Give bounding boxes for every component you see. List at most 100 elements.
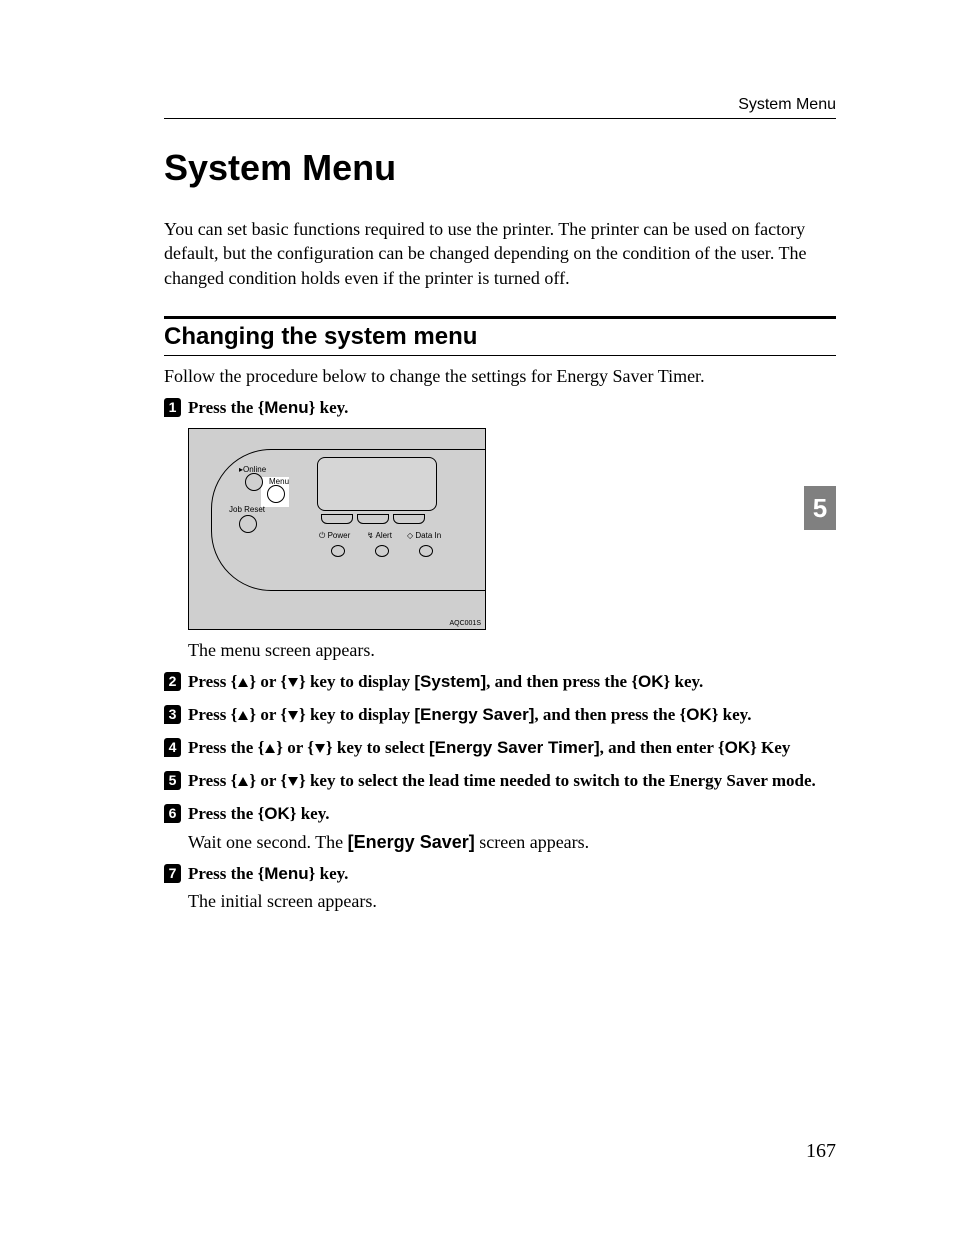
step-2-mid2: key to display — [306, 672, 415, 691]
step-6-key: OK — [264, 804, 290, 823]
lcd-screen-icon — [317, 457, 437, 511]
step-4-label: [Energy Saver Timer] — [429, 738, 600, 757]
section-heading: Changing the system menu — [164, 323, 836, 351]
step-3: 3 Press {} or {} key to display [Energy … — [164, 704, 836, 727]
rbracket: } — [326, 738, 333, 757]
rbracket: } — [299, 672, 306, 691]
power-label: ⏻ Power — [319, 531, 350, 541]
lbracket: { — [280, 705, 287, 724]
step-3-post: key. — [718, 705, 751, 724]
step-4-post: Key — [757, 738, 791, 757]
running-head: System Menu — [164, 96, 836, 119]
jobreset-label: Job Reset — [229, 505, 265, 514]
step-6-post: key. — [296, 804, 329, 823]
step-3-mid: or — [256, 705, 280, 724]
menu-button-icon — [267, 485, 285, 503]
panel-frame: ▸Online Menu Job Reset ⏻ Power ↯ Alert ◇… — [188, 428, 486, 630]
led-data-icon — [419, 545, 433, 557]
lcd-bottom-buttons — [319, 511, 435, 523]
step-badge-1: 1 — [164, 398, 181, 417]
step-badge-2: 2 — [164, 672, 181, 691]
step-3-key: OK — [686, 705, 712, 724]
page: System Menu System Menu You can set basi… — [0, 0, 954, 1235]
down-arrow-icon — [315, 744, 325, 753]
lbracket: { — [231, 672, 238, 691]
led-power-icon — [331, 545, 345, 557]
online-label: ▸Online — [239, 465, 266, 474]
step-badge-4: 4 — [164, 738, 181, 757]
online-button-icon — [245, 473, 263, 491]
step-5-pre: Press — [188, 771, 231, 790]
lcd-top-buttons — [327, 451, 425, 457]
step-4-mid2: key to select — [333, 738, 429, 757]
up-arrow-icon — [265, 744, 275, 753]
rbracket: } — [750, 738, 757, 757]
lbracket: { — [231, 705, 238, 724]
page-number: 167 — [806, 1140, 836, 1163]
note6-post: screen appears. — [475, 832, 589, 852]
step-6: 6 Press the {OK} key. — [164, 803, 836, 826]
down-arrow-icon — [288, 678, 298, 687]
rule-thick — [164, 316, 836, 319]
chapter-tab: 5 — [804, 486, 836, 530]
up-arrow-icon — [238, 777, 248, 786]
step-7-post: key. — [315, 864, 348, 883]
step-1-text-post: key. — [315, 398, 348, 417]
step-3-label: [Energy Saver] — [414, 705, 534, 724]
step-5-mid: or — [256, 771, 280, 790]
step-7-pre: Press the — [188, 864, 258, 883]
panel-code: AQC001S — [449, 620, 481, 627]
step-2-mid: or — [256, 672, 280, 691]
step-7: 7 Press the {Menu} key. — [164, 863, 836, 886]
step-badge-6: 6 — [164, 804, 181, 823]
step-4-mid: or — [283, 738, 307, 757]
step-4-tail: , and then enter — [600, 738, 718, 757]
step-2-pre: Press — [188, 672, 231, 691]
step-4-key: OK — [725, 738, 751, 757]
data-label: ◇ Data In — [407, 531, 441, 540]
down-arrow-icon — [288, 777, 298, 786]
step-badge-3: 3 — [164, 705, 181, 724]
intro-paragraph: You can set basic functions required to … — [164, 217, 836, 290]
rbracket: } — [299, 705, 306, 724]
note6-label: [Energy Saver] — [348, 832, 475, 852]
step-7-key: Menu — [264, 864, 308, 883]
step-6-pre: Press the — [188, 804, 258, 823]
up-arrow-icon — [238, 711, 248, 720]
note-after-7: The initial screen appears. — [188, 891, 836, 912]
rbracket: } — [299, 771, 306, 790]
step-badge-5: 5 — [164, 771, 181, 790]
lbracket: { — [258, 738, 265, 757]
note6-pre: Wait one second. The — [188, 832, 348, 852]
jobreset-button-icon — [239, 515, 257, 533]
step-3-tail: , and then press the — [534, 705, 679, 724]
alert-label: ↯ Alert — [367, 531, 392, 540]
lbracket: { — [280, 672, 287, 691]
step-3-pre: Press — [188, 705, 231, 724]
step-badge-7: 7 — [164, 864, 181, 883]
section-intro: Follow the procedure below to change the… — [164, 366, 836, 387]
step-1: 1 Press the {Menu} key. — [164, 397, 836, 420]
step-5: 5 Press {} or {} key to select the lead … — [164, 770, 836, 793]
menu-label: Menu — [269, 477, 289, 486]
lbracket: { — [280, 771, 287, 790]
led-alert-icon — [375, 545, 389, 557]
note-after-1: The menu screen appears. — [188, 640, 836, 661]
step-4-pre: Press the — [188, 738, 258, 757]
lbracket: { — [231, 771, 238, 790]
step-5-mid2: key to select the lead time needed to sw… — [306, 771, 816, 790]
lbracket: { — [718, 738, 725, 757]
note-after-6: Wait one second. The [Energy Saver] scre… — [188, 832, 836, 853]
panel-illustration: ▸Online Menu Job Reset ⏻ Power ↯ Alert ◇… — [188, 428, 486, 630]
step-2-tail: , and then press the — [486, 672, 631, 691]
step-4: 4 Press the {} or {} key to select [Ener… — [164, 737, 836, 760]
step-1-key: Menu — [264, 398, 308, 417]
step-2-post: key. — [670, 672, 703, 691]
lbracket: { — [307, 738, 314, 757]
down-arrow-icon — [288, 711, 298, 720]
up-arrow-icon — [238, 678, 248, 687]
step-2-key: OK — [638, 672, 664, 691]
step-1-text-pre: Press the — [188, 398, 258, 417]
step-2-label: [System] — [414, 672, 486, 691]
rule-thin — [164, 355, 836, 356]
